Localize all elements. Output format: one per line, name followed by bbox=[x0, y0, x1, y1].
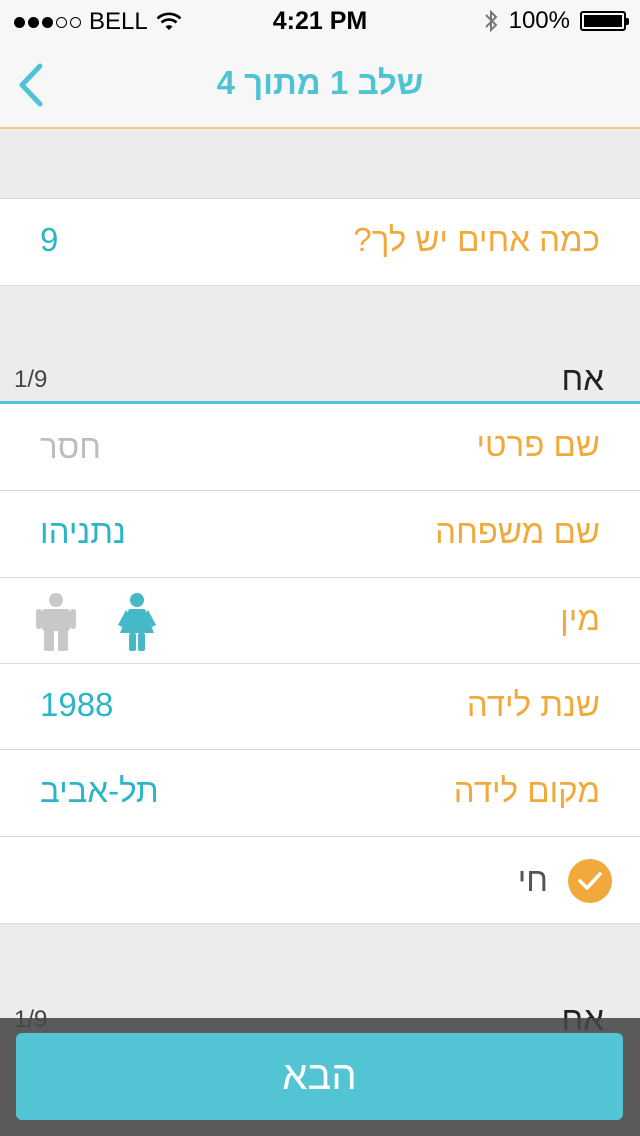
alive-row[interactable]: חי bbox=[0, 837, 640, 924]
last-name-row[interactable]: שם משפחה נתניהו bbox=[0, 491, 640, 578]
first-name-row[interactable]: שם פרטי חסר bbox=[0, 404, 640, 491]
siblings-count-value[interactable]: 9 bbox=[40, 221, 58, 259]
gender-row: מין bbox=[0, 578, 640, 664]
status-bar: BELL 4:21 PM 100% bbox=[0, 0, 640, 40]
siblings-count-row[interactable]: כמה אחים יש לך? 9 bbox=[0, 198, 640, 286]
first-name-field[interactable]: חסר bbox=[40, 428, 101, 466]
female-icon[interactable] bbox=[116, 593, 158, 651]
sibling-section-header: אח 1/9 bbox=[0, 360, 640, 404]
birth-year-field[interactable]: 1988 bbox=[40, 686, 113, 724]
bottom-bar: הבא bbox=[0, 1018, 640, 1136]
sibling-section-title: אח bbox=[561, 360, 604, 397]
next-button[interactable]: הבא bbox=[16, 1033, 623, 1120]
birth-year-label: שנת לידה bbox=[466, 686, 600, 723]
alive-label: חי bbox=[517, 861, 548, 898]
first-name-label: שם פרטי bbox=[476, 426, 600, 463]
siblings-count-label: כמה אחים יש לך? bbox=[353, 221, 600, 258]
alive-checkbox[interactable] bbox=[568, 859, 612, 903]
battery-percent: 100% bbox=[508, 7, 570, 34]
last-name-field[interactable]: נתניהו bbox=[40, 513, 126, 551]
page-title: שלב 1 מתוך 4 bbox=[216, 64, 424, 101]
birth-place-row[interactable]: מקום לידה תל-אביב bbox=[0, 750, 640, 837]
birth-place-field[interactable]: תל-אביב bbox=[40, 772, 159, 810]
last-name-label: שם משפחה bbox=[435, 513, 600, 550]
sibling-section-count: 1/9 bbox=[14, 366, 48, 393]
gender-label: מין bbox=[560, 600, 600, 637]
birth-place-label: מקום לידה bbox=[453, 772, 600, 809]
birth-year-row[interactable]: שנת לידה 1988 bbox=[0, 664, 640, 750]
bluetooth-icon bbox=[484, 9, 498, 33]
checkmark-icon bbox=[578, 872, 602, 890]
battery-icon bbox=[580, 11, 629, 31]
navigation-bar: שלב 1 מתוך 4 bbox=[0, 40, 640, 129]
male-icon[interactable] bbox=[36, 593, 76, 651]
